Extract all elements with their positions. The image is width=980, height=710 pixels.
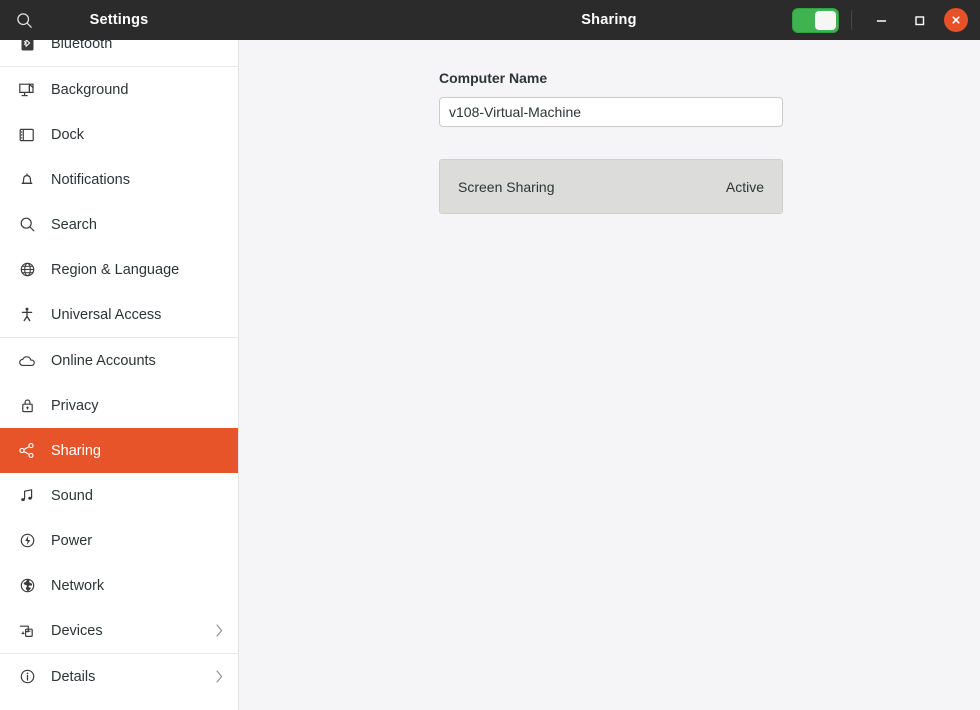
sidebar-item-devices[interactable]: Devices bbox=[0, 608, 238, 653]
titlebar-right-section: Sharing bbox=[238, 0, 980, 40]
dock-icon bbox=[14, 124, 40, 146]
computer-name-label: Computer Name bbox=[439, 70, 548, 86]
network-globe-icon bbox=[14, 575, 40, 597]
sidebar-item-search[interactable]: Search bbox=[0, 202, 238, 247]
sidebar-item-label: Universal Access bbox=[51, 306, 162, 323]
sidebar-item-label: Power bbox=[51, 532, 93, 549]
computer-name-input[interactable] bbox=[439, 97, 783, 127]
minimize-button[interactable] bbox=[868, 7, 894, 33]
control-separator bbox=[851, 10, 852, 30]
sidebar-item-label: Bluetooth bbox=[51, 40, 113, 52]
screen-sharing-row[interactable]: Screen Sharing Active bbox=[440, 160, 782, 213]
sidebar-item-label: Privacy bbox=[51, 397, 99, 414]
sidebar-item-label: Sound bbox=[51, 487, 93, 504]
settings-sidebar: Bluetooth Background Dock Notifications … bbox=[0, 40, 239, 710]
sidebar-item-dock[interactable]: Dock bbox=[0, 112, 238, 157]
toggle-knob bbox=[815, 10, 836, 30]
sharing-main-panel: Computer Name Screen Sharing Active bbox=[239, 40, 980, 710]
sidebar-item-label: Sharing bbox=[51, 442, 101, 459]
power-bolt-icon bbox=[14, 530, 40, 552]
sidebar-item-sound[interactable]: Sound bbox=[0, 473, 238, 518]
sidebar-item-label: Details bbox=[51, 668, 96, 685]
sidebar-item-label: Network bbox=[51, 577, 105, 594]
window-controls bbox=[792, 7, 980, 33]
chevron-right-icon bbox=[215, 669, 224, 684]
sidebar-item-privacy[interactable]: Privacy bbox=[0, 383, 238, 428]
sidebar-item-sharing[interactable]: Sharing bbox=[0, 428, 238, 473]
sidebar-item-region-and-language[interactable]: Region & Language bbox=[0, 247, 238, 292]
titlebar-left-section: Settings bbox=[0, 0, 238, 40]
lock-icon bbox=[14, 395, 40, 417]
search-icon[interactable] bbox=[7, 3, 41, 37]
screen-sharing-label: Screen Sharing bbox=[458, 178, 555, 195]
search-icon bbox=[14, 214, 40, 236]
globe-icon bbox=[14, 259, 40, 281]
sidebar-item-notifications[interactable]: Notifications bbox=[0, 157, 238, 202]
screen-sharing-status: Active bbox=[725, 178, 764, 195]
sidebar-item-label: Dock bbox=[51, 126, 85, 143]
bluetooth-icon bbox=[14, 40, 40, 55]
sidebar-item-details[interactable]: Details bbox=[0, 654, 238, 699]
sidebar-item-bluetooth[interactable]: Bluetooth bbox=[0, 40, 238, 66]
close-button[interactable] bbox=[944, 8, 968, 32]
titlebar: Settings Sharing bbox=[0, 0, 980, 40]
sidebar-item-label: Devices bbox=[51, 622, 103, 639]
maximize-button[interactable] bbox=[906, 7, 932, 33]
sharing-options-list: Screen Sharing Active bbox=[439, 159, 783, 214]
sidebar-item-power[interactable]: Power bbox=[0, 518, 238, 563]
info-icon bbox=[14, 666, 40, 688]
sidebar-item-label: Region & Language bbox=[51, 261, 180, 278]
share-icon bbox=[14, 440, 40, 462]
sidebar-item-network[interactable]: Network bbox=[0, 563, 238, 608]
music-note-icon bbox=[14, 485, 40, 507]
sidebar-scroll-area[interactable]: Bluetooth Background Dock Notifications … bbox=[0, 40, 238, 699]
sidebar-item-label: Search bbox=[51, 216, 97, 233]
sidebar-item-label: Notifications bbox=[51, 171, 130, 188]
window-content: Bluetooth Background Dock Notifications … bbox=[0, 40, 980, 710]
sharing-master-toggle[interactable] bbox=[792, 7, 839, 33]
devices-icon bbox=[14, 620, 40, 642]
chevron-right-icon bbox=[215, 623, 224, 638]
sidebar-item-label: Background bbox=[51, 81, 129, 98]
background-icon bbox=[14, 79, 40, 101]
sharing-settings-panel: Computer Name Screen Sharing Active bbox=[439, 70, 783, 214]
accessibility-icon bbox=[14, 304, 40, 326]
sidebar-item-background[interactable]: Background bbox=[0, 67, 238, 112]
cloud-icon bbox=[14, 350, 40, 372]
bell-icon bbox=[14, 169, 40, 191]
sidebar-item-label: Online Accounts bbox=[51, 352, 156, 369]
sidebar-item-universal-access[interactable]: Universal Access bbox=[0, 292, 238, 337]
settings-window: Settings Sharing Bluetooth Background Do… bbox=[0, 0, 980, 710]
sidebar-item-online-accounts[interactable]: Online Accounts bbox=[0, 338, 238, 383]
